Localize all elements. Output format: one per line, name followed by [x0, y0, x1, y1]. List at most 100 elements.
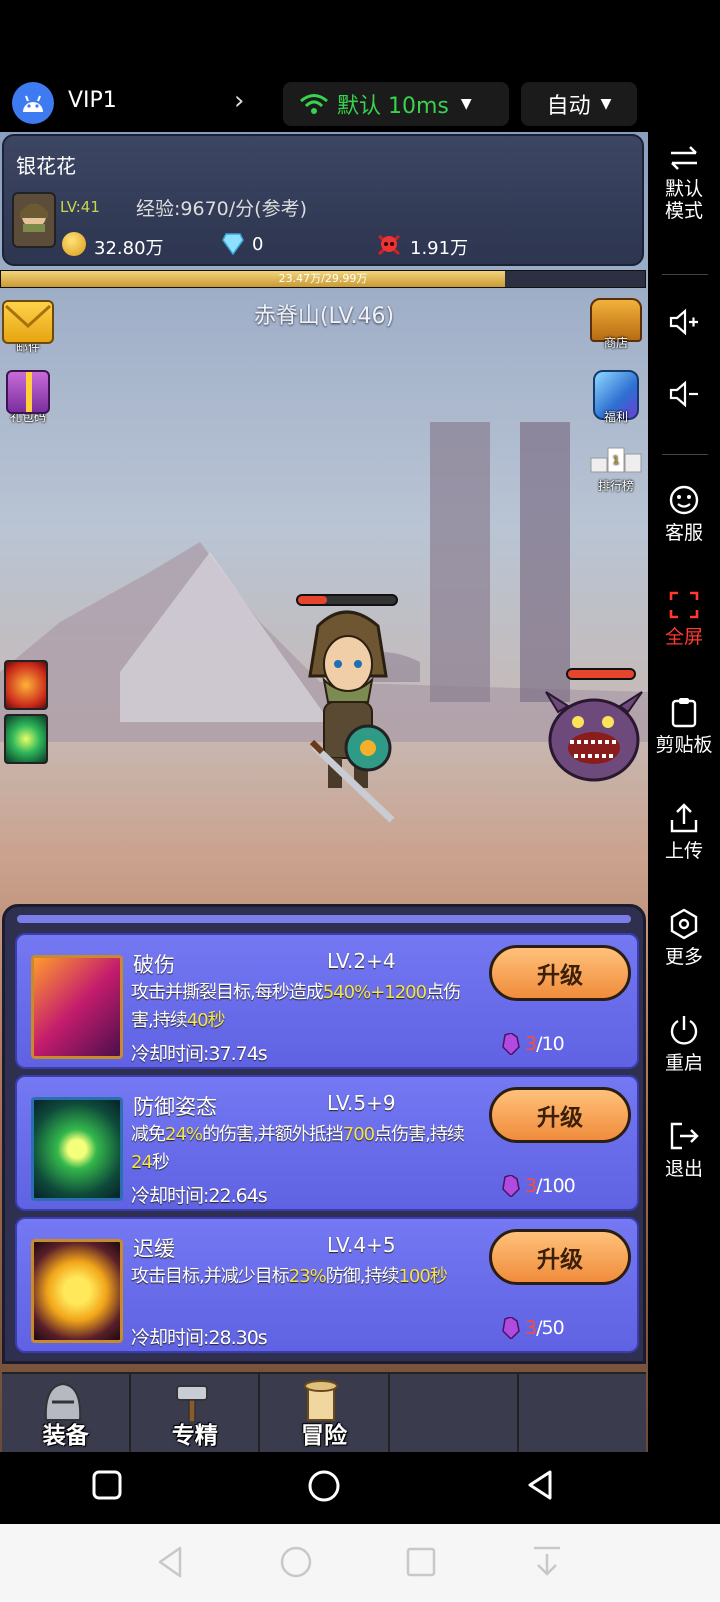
podium-icon: 1	[590, 447, 642, 473]
customer-service-label: 客服	[664, 522, 703, 544]
exit-button[interactable]: 退出	[648, 1120, 720, 1180]
rend-skill-icon	[31, 955, 123, 1059]
customer-service-button[interactable]: 客服	[648, 484, 720, 544]
volume-down-icon	[669, 380, 698, 408]
welfare-label: 福利	[603, 410, 628, 424]
gem-amount: 0	[252, 234, 264, 255]
volume-down-button[interactable]	[648, 380, 720, 414]
upload-label: 上传	[664, 840, 703, 862]
upload-button[interactable]: 上传	[648, 802, 720, 862]
kill-count: 1.91万	[410, 238, 469, 259]
game-viewport[interactable]: 银花花 LV:41 经验:9670/分(参考) 32.80万 0 1.91万 2…	[0, 132, 648, 1452]
upload-icon	[670, 803, 698, 833]
skill-description: 攻击并撕裂目标,每秒造成540%+1200点伤害,持续40秒	[131, 982, 461, 1031]
gift-box-icon	[6, 370, 50, 414]
network-selector[interactable]: 默认 10ms ▼	[283, 82, 509, 126]
player-name: 银花花	[16, 154, 76, 178]
divider	[662, 274, 708, 275]
tab-label: 专精	[171, 1423, 218, 1449]
gold-coin-icon	[62, 232, 86, 256]
power-icon	[670, 1016, 698, 1045]
upgrade-cost: 3/10	[501, 1033, 565, 1055]
skills-panel: 破伤 LV.2+4 攻击并撕裂目标,每秒造成540%+1200点伤害,持续40秒…	[2, 904, 646, 1364]
skill-name: 破伤	[133, 953, 175, 977]
pull-down-icon[interactable]	[530, 1544, 564, 1580]
defense-buff-slot-icon[interactable]	[4, 714, 48, 764]
hero-character	[308, 610, 395, 823]
tab-adventure[interactable]: 冒险	[260, 1374, 390, 1452]
defense-stance-icon	[31, 1097, 123, 1201]
vip-label[interactable]: VIP1	[68, 88, 117, 113]
volume-up-icon	[669, 308, 698, 336]
envelope-icon	[2, 300, 54, 344]
experience-bar: 23.47万/29.99万	[0, 270, 646, 288]
fullscreen-icon	[669, 591, 699, 619]
host-top-bar: VIP1 › 默认 10ms ▼ 自动 ▼	[0, 78, 648, 128]
player-hp-fill	[298, 596, 328, 604]
skull-icon	[377, 234, 401, 256]
skill-description: 攻击目标,并减少目标23%防御,持续100秒	[131, 1266, 448, 1287]
upgrade-button[interactable]: 升级	[489, 1087, 631, 1143]
skill-level: LV.5+9	[327, 1091, 396, 1115]
tab-label: 冒险	[301, 1423, 347, 1449]
upgrade-button[interactable]: 升级	[489, 1229, 631, 1285]
home-icon[interactable]	[306, 1468, 342, 1504]
recent-apps-icon[interactable]	[90, 1468, 124, 1502]
device-nav-bar	[0, 1452, 720, 1524]
android-avatar-icon[interactable]	[12, 82, 54, 124]
back-icon[interactable]	[524, 1468, 558, 1502]
mode-label: 自动	[546, 94, 591, 119]
purple-crystal-icon	[502, 1317, 520, 1339]
fullscreen-button[interactable]: 全屏	[648, 590, 720, 648]
more-hex-icon	[670, 908, 698, 940]
mail-button[interactable]: 邮件	[0, 300, 56, 355]
tab-empty-4[interactable]	[390, 1374, 519, 1452]
skill-cooldown: 冷却时间:22.64s	[131, 1185, 268, 1207]
more-label: 更多	[664, 946, 703, 968]
skill-card-slow: 迟缓 LV.4+5 攻击目标,并减少目标23%防御,持续100秒 冷却时间:28…	[15, 1217, 639, 1353]
restart-button[interactable]: 重启	[648, 1014, 720, 1074]
home-icon[interactable]	[278, 1544, 314, 1580]
bottom-tab-bar: 装备 专精 冒险	[2, 1372, 646, 1452]
system-nav-bar	[0, 1524, 720, 1602]
tab-empty-5[interactable]	[519, 1374, 646, 1452]
default-mode-label-1: 默认	[664, 178, 703, 200]
divider	[662, 454, 708, 455]
skill-description: 减免24%的伤害,并额外抵挡700点伤害,持续24秒	[131, 1124, 465, 1173]
rend-buff-slot-icon[interactable]	[4, 660, 48, 710]
shop-button[interactable]: 商店	[588, 298, 644, 351]
skill-name: 防御姿态	[133, 1095, 217, 1119]
back-icon[interactable]	[154, 1544, 188, 1580]
volume-up-button[interactable]	[648, 308, 720, 342]
clipboard-label: 剪贴板	[655, 734, 713, 756]
exp-rate: 经验:9670/分(参考)	[136, 198, 307, 220]
player-hp-bar	[296, 594, 398, 606]
skill-name: 迟缓	[133, 1237, 175, 1261]
fullscreen-label: 全屏	[664, 626, 703, 648]
tab-label: 装备	[42, 1423, 89, 1449]
enemy-hp-fill	[568, 670, 634, 678]
gift-code-button[interactable]: 礼包码	[0, 370, 56, 425]
tab-equipment[interactable]: 装备	[2, 1374, 132, 1452]
leaderboard-button[interactable]: 1 排行榜	[588, 444, 644, 494]
skill-card-rend: 破伤 LV.2+4 攻击并撕裂目标,每秒造成540%+1200点伤害,持续40秒…	[15, 933, 639, 1069]
mode-selector[interactable]: 自动 ▼	[521, 82, 637, 126]
slow-skull-icon	[31, 1239, 123, 1343]
welfare-button[interactable]: 福利	[588, 370, 644, 425]
enemy-hp-bar	[566, 668, 636, 680]
player-level: LV:41	[60, 198, 100, 216]
player-avatar[interactable]	[12, 192, 56, 248]
default-mode-button[interactable]: 默认 模式	[648, 144, 720, 222]
leaderboard-label: 排行榜	[597, 479, 634, 493]
upgrade-button[interactable]: 升级	[489, 945, 631, 1001]
skill-card-defense-stance: 防御姿态 LV.5+9 减免24%的伤害,并额外抵挡700点伤害,持续24秒 冷…	[15, 1075, 639, 1211]
host-sidebar: 默认 模式 客服 全屏 剪贴板 上传 更多 重启 退出	[648, 130, 720, 1450]
more-button[interactable]: 更多	[648, 908, 720, 968]
clipboard-button[interactable]: 剪贴板	[648, 696, 720, 756]
recent-apps-icon[interactable]	[404, 1544, 438, 1580]
chevron-right-icon[interactable]: ›	[234, 86, 244, 116]
support-face-icon	[669, 485, 699, 515]
skills-panel-header	[17, 915, 631, 923]
tab-mastery[interactable]: 专精	[131, 1374, 261, 1452]
caret-down-icon: ▼	[460, 96, 472, 112]
